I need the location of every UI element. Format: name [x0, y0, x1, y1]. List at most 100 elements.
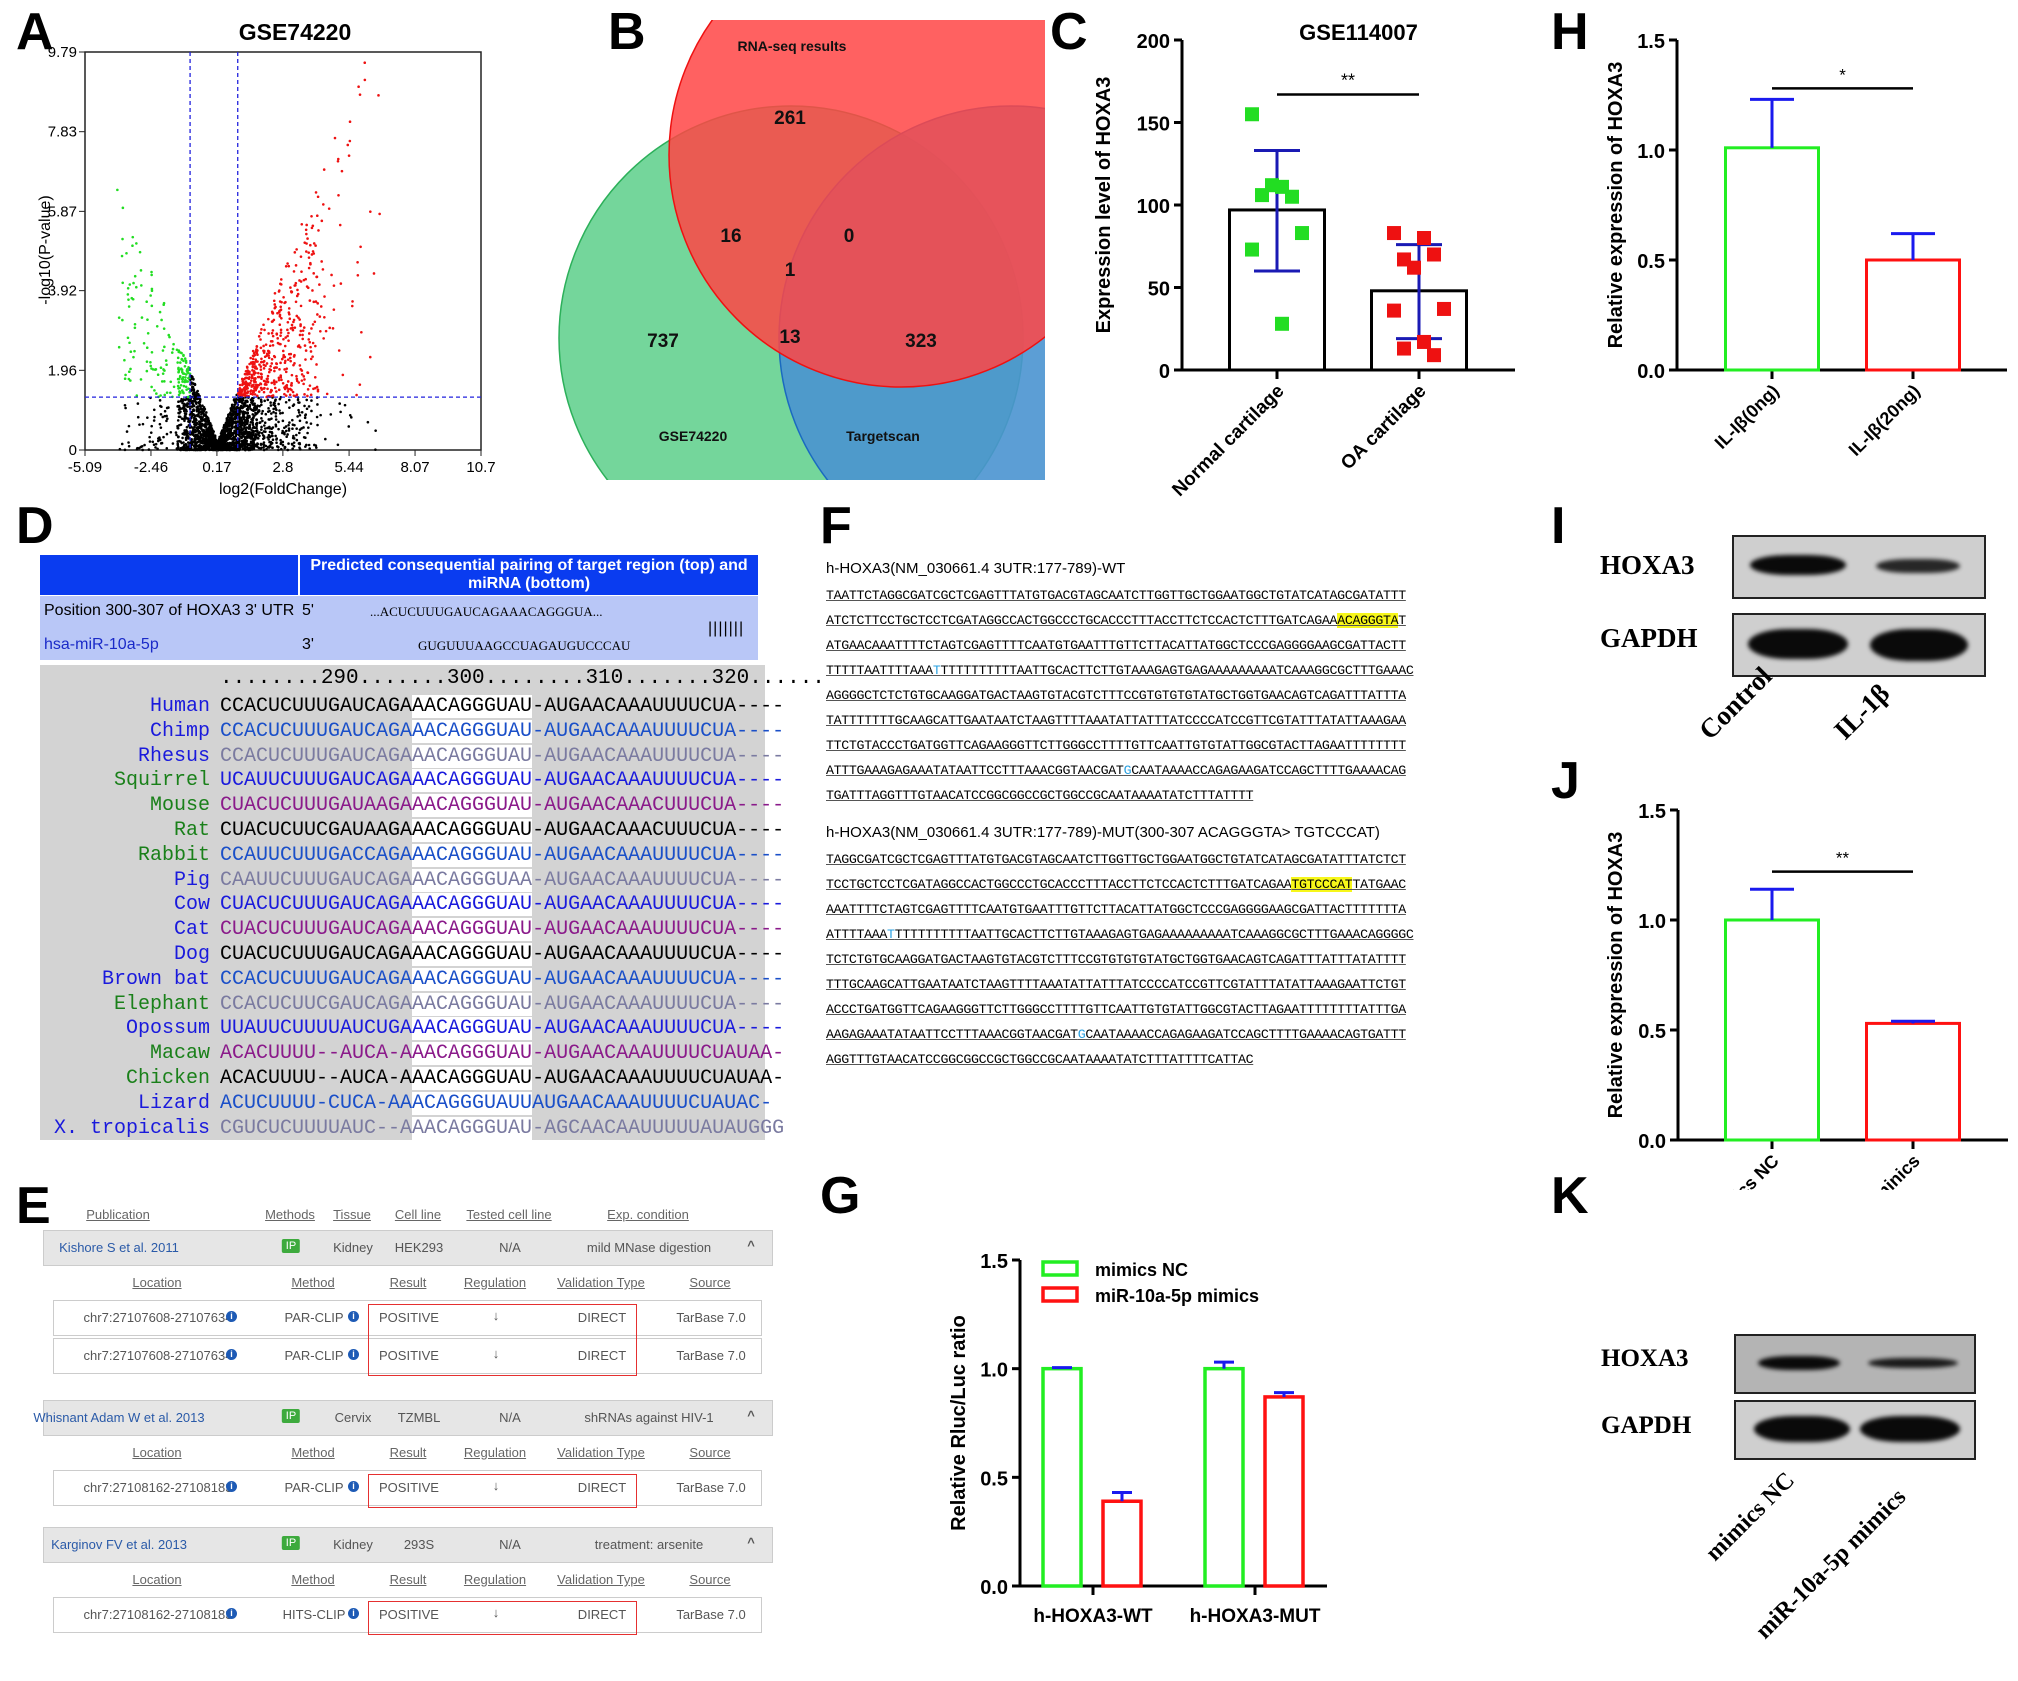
y-axis-label: Relative Rluc/Luc ratio [948, 1315, 970, 1531]
blot-i-hoxa3-strip [1732, 535, 1986, 599]
publication-row[interactable]: Kishore S et al. 2011 IP Kidney HEK293 N/A mi… [43, 1230, 773, 1266]
y-tick-label: 50 [1148, 279, 1170, 301]
publication-row[interactable]: Karginov FV et al. 2013 IP Kidney 293S N/A tr… [43, 1527, 773, 1563]
detail-column-header[interactable]: Method [291, 1572, 334, 1587]
sequence-line: AGGTTTGTAACATCCGGCGGCCGCTGGCCGCAATAAAATA… [826, 1052, 1254, 1067]
detail-column-header[interactable]: Regulation [464, 1445, 526, 1460]
data-point [1295, 226, 1309, 241]
detail-column-header[interactable]: Location [132, 1572, 181, 1587]
y-tick-label: 200 [1137, 31, 1170, 53]
publication-column-header[interactable]: Publication [86, 1207, 150, 1222]
chart-g: 0.0 0.5 1.0 1.5 Relative Rluc/Luc ratio h-HOX… [948, 1251, 1327, 1627]
publication-row[interactable]: Whisnant Adam W et al. 2013 IP Cervix TZMBL… [33, 1400, 773, 1436]
detail-column-header[interactable]: Method [291, 1445, 334, 1460]
sequence-line: TCTCTGTGCAAGGATGACTAAGTGTACGTCTTTCCGTGTG… [826, 952, 1406, 967]
data-point [1387, 226, 1401, 241]
detail-column-header[interactable]: Regulation [464, 1572, 526, 1587]
publication-column-header[interactable]: Tested cell line [466, 1207, 551, 1222]
category-label: minics NC [1706, 1151, 1782, 1190]
tested-cell-line: N/A [499, 1537, 521, 1552]
bar [1263, 1395, 1305, 1588]
detail-column-header[interactable]: Validation Type [557, 1445, 645, 1460]
data-point [1245, 107, 1259, 122]
highlight-box [368, 1474, 637, 1508]
detail-column-header[interactable]: Validation Type [557, 1275, 645, 1290]
tissue: Kidney [333, 1240, 373, 1255]
blot-k-gapdh-strip [1734, 1400, 1976, 1460]
detail-column-header[interactable]: Location [132, 1275, 181, 1290]
info-icon[interactable]: i [348, 1608, 359, 1619]
publication-column-header[interactable]: Tissue [333, 1207, 371, 1222]
info-icon[interactable]: i [226, 1481, 237, 1492]
data-point [1387, 303, 1401, 318]
sequence-line: AGGGGCTCTCTGTGCAAGGATGACTAAGTGTACGTCTTTC… [826, 688, 1406, 703]
info-icon[interactable]: i [348, 1349, 359, 1360]
detail-column-header[interactable]: Regulation [464, 1275, 526, 1290]
data-point [1417, 231, 1431, 245]
publication-link[interactable]: Karginov FV et al. 2013 [51, 1537, 187, 1552]
bar [1724, 146, 1820, 372]
info-icon[interactable]: i [226, 1349, 237, 1360]
blot-k-label-hoxa3: HOXA3 [1601, 1345, 1689, 1372]
chart-c: 0 50 100 150 200 Expression level of HOXA3 GSE… [1093, 20, 1515, 501]
cell-line: 293S [403, 1537, 435, 1552]
publication-link[interactable]: Kishore S et al. 2011 [59, 1240, 179, 1255]
detail-column-header[interactable]: Result [390, 1572, 427, 1587]
detail-column-header[interactable]: Location [132, 1445, 181, 1460]
data-point [1285, 189, 1299, 204]
source: TarBase 7.0 [676, 1310, 746, 1325]
mutation-marker: T [887, 927, 895, 942]
y-tick-label: 1.5 [1638, 801, 1666, 823]
collapse-chevron-icon[interactable]: ^ [747, 1238, 755, 1253]
y-tick-label: 1.5 [1637, 31, 1665, 53]
detail-column-header[interactable]: Source [689, 1445, 730, 1460]
detail-column-header[interactable]: Validation Type [557, 1572, 645, 1587]
y-tick-label: 150 [1137, 114, 1170, 136]
legend-label: mimics NC [1095, 1260, 1188, 1280]
publication-column-header[interactable]: Exp. condition [607, 1207, 689, 1222]
highlight-box [368, 1601, 637, 1635]
location: chr7:27108162-27108183 [83, 1607, 233, 1622]
tested-cell-line: N/A [499, 1240, 521, 1255]
detail-column-header[interactable]: Method [291, 1275, 334, 1290]
band-gapdh-il1b [1870, 629, 1968, 661]
wt-sequence: TAATTCTAGGCGATCGCTCGAGTTTATGTGACGTAGCAAT… [826, 583, 1540, 808]
location: chr7:27107608-27107634 [83, 1310, 233, 1325]
legend-label: miR-10a-5p mimics [1095, 1286, 1259, 1306]
publication-link[interactable]: Whisnant Adam W et al. 2013 [33, 1410, 204, 1425]
detail-column-header[interactable]: Source [689, 1572, 730, 1587]
detail-column-header[interactable]: Result [390, 1275, 427, 1290]
info-icon[interactable]: i [226, 1608, 237, 1619]
info-icon[interactable]: i [348, 1481, 359, 1492]
mutation-marker: G [1077, 1027, 1086, 1042]
info-icon[interactable]: i [226, 1311, 237, 1322]
category-label: h-HOXA3-WT [1033, 1606, 1153, 1627]
band-gapdh-mimics-nc [1754, 1416, 1850, 1442]
location: chr7:27107608-27107634 [83, 1348, 233, 1363]
chart-title: GSE114007 [1299, 20, 1418, 45]
mutation-marker: G [1123, 763, 1132, 778]
publication-column-header[interactable]: Cell line [395, 1207, 441, 1222]
collapse-chevron-icon[interactable]: ^ [747, 1408, 755, 1423]
data-point [1427, 247, 1441, 262]
publication-column-header[interactable]: Methods [265, 1207, 315, 1222]
data-point [1245, 242, 1259, 257]
sequence-line: TGATTTAGGTTTGTAACATCCGGCGGCCGCTGGCCGCAAT… [826, 788, 1254, 803]
info-icon[interactable]: i [348, 1311, 359, 1322]
source: TarBase 7.0 [676, 1607, 746, 1622]
collapse-chevron-icon[interactable]: ^ [747, 1535, 755, 1550]
detail-column-header[interactable]: Result [390, 1445, 427, 1460]
y-tick-label: 1.0 [980, 1360, 1008, 1382]
mut-sequence: TAGGCGATCGCTCGAGTTTATGTGACGTAGCAATCTTGGT… [826, 847, 1540, 1072]
detection-method: PAR-CLIP [284, 1348, 344, 1363]
method-badge: IP [281, 1239, 301, 1253]
tissue: Cervix [334, 1410, 372, 1425]
cell-line: HEK293 [394, 1240, 444, 1255]
blot-k-label-gapdh: GAPDH [1601, 1412, 1692, 1439]
detail-column-header[interactable]: Source [689, 1275, 730, 1290]
category-label: OA cartilage [1337, 381, 1431, 475]
tarbase-validation-table: Publication Methods Tissue Cell line Tested … [0, 0, 800, 1681]
method-badge: IP [281, 1536, 301, 1550]
band-gapdh-mir10a-mimics [1860, 1416, 1960, 1442]
chart-j: 0.0 0.5 1.0 1.5 Relative expression of HOXA3… [1605, 801, 2008, 1190]
